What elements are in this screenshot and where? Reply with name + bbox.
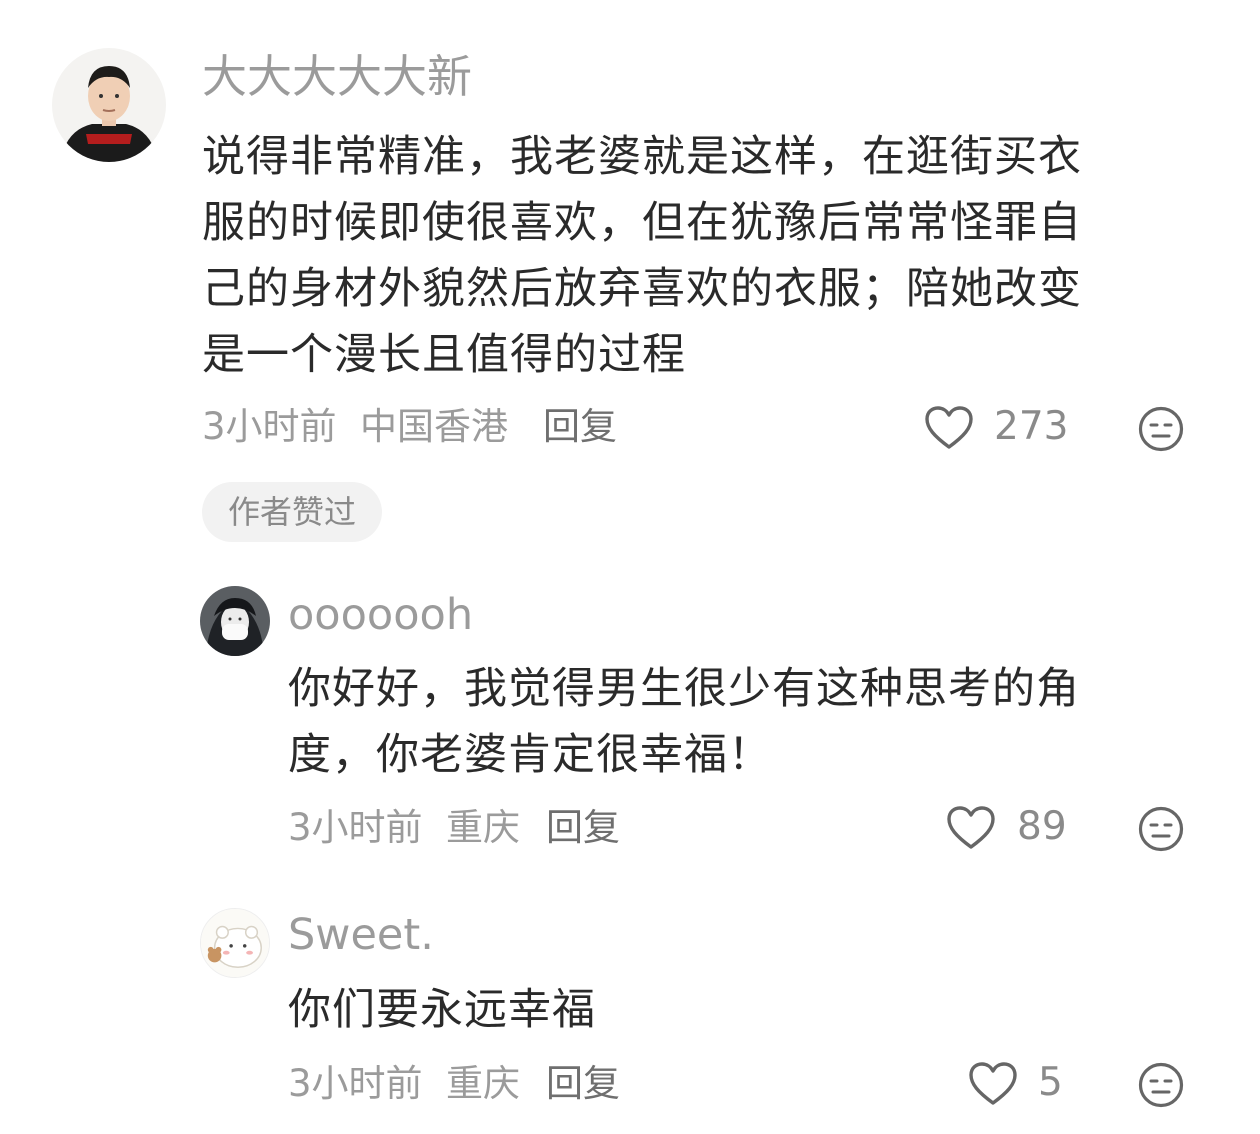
reply-button[interactable]: 回复 — [546, 1061, 620, 1107]
comment-text: 说得非常精准，我老婆就是这样，在逛街买衣 服的时候即使很喜欢，但在犹豫后常常怪罪… — [202, 124, 1082, 388]
comment-username[interactable]: 大大大大大新 — [202, 50, 472, 104]
comment-location: 重庆 — [446, 1062, 520, 1105]
comment-text: 你们要永远幸福 — [288, 977, 596, 1043]
comment-time: 3小时前 — [288, 806, 423, 849]
comment-text-line: 己的身材外貌然后放弃喜欢的衣服；陪她改变 — [202, 264, 1082, 314]
like-count: 89 — [1017, 804, 1067, 849]
reply-button[interactable]: 回复 — [546, 805, 620, 851]
comment-text-line: 度，你老婆肯定很幸福！ — [288, 730, 772, 780]
user-avatar[interactable] — [200, 908, 270, 978]
meh-face-icon[interactable] — [1138, 406, 1184, 452]
meh-face-icon[interactable] — [1138, 1062, 1184, 1108]
comment-text-line: 服的时候即使很喜欢，但在犹豫后常常怪罪自 — [202, 198, 1082, 248]
comment-location: 重庆 — [446, 806, 520, 849]
reply-button[interactable]: 回复 — [543, 404, 617, 450]
heart-outline-icon[interactable] — [968, 1061, 1018, 1107]
user-photo-avatar — [200, 586, 270, 656]
comment-time: 3小时前 — [288, 1062, 423, 1105]
user-avatar[interactable] — [200, 586, 270, 656]
comment-text-line: 是一个漫长且值得的过程 — [202, 330, 686, 380]
comment-text: 你好好，我觉得男生很少有这种思考的角 度，你老婆肯定很幸福！ — [288, 656, 1080, 788]
heart-outline-icon[interactable] — [946, 805, 996, 851]
heart-outline-icon[interactable] — [924, 405, 974, 451]
cartoon-bear-avatar — [201, 909, 269, 977]
user-avatar[interactable] — [52, 48, 166, 162]
meh-face-icon[interactable] — [1138, 806, 1184, 852]
like-count: 5 — [1038, 1060, 1063, 1105]
author-liked-badge: 作者赞过 — [202, 482, 382, 542]
user-photo-avatar — [52, 48, 166, 162]
comment-username[interactable]: ooooooh — [288, 590, 473, 640]
comment-username[interactable]: Sweet. — [288, 910, 434, 960]
comment-time: 3小时前 — [202, 405, 337, 448]
comment-location: 中国香港 — [360, 405, 508, 448]
comment-text-line: 你们要永远幸福 — [288, 985, 596, 1035]
like-count: 273 — [994, 404, 1069, 449]
comment-text-line: 你好好，我觉得男生很少有这种思考的角 — [288, 664, 1080, 714]
comment-text-line: 说得非常精准，我老婆就是这样，在逛街买衣 — [202, 132, 1082, 182]
